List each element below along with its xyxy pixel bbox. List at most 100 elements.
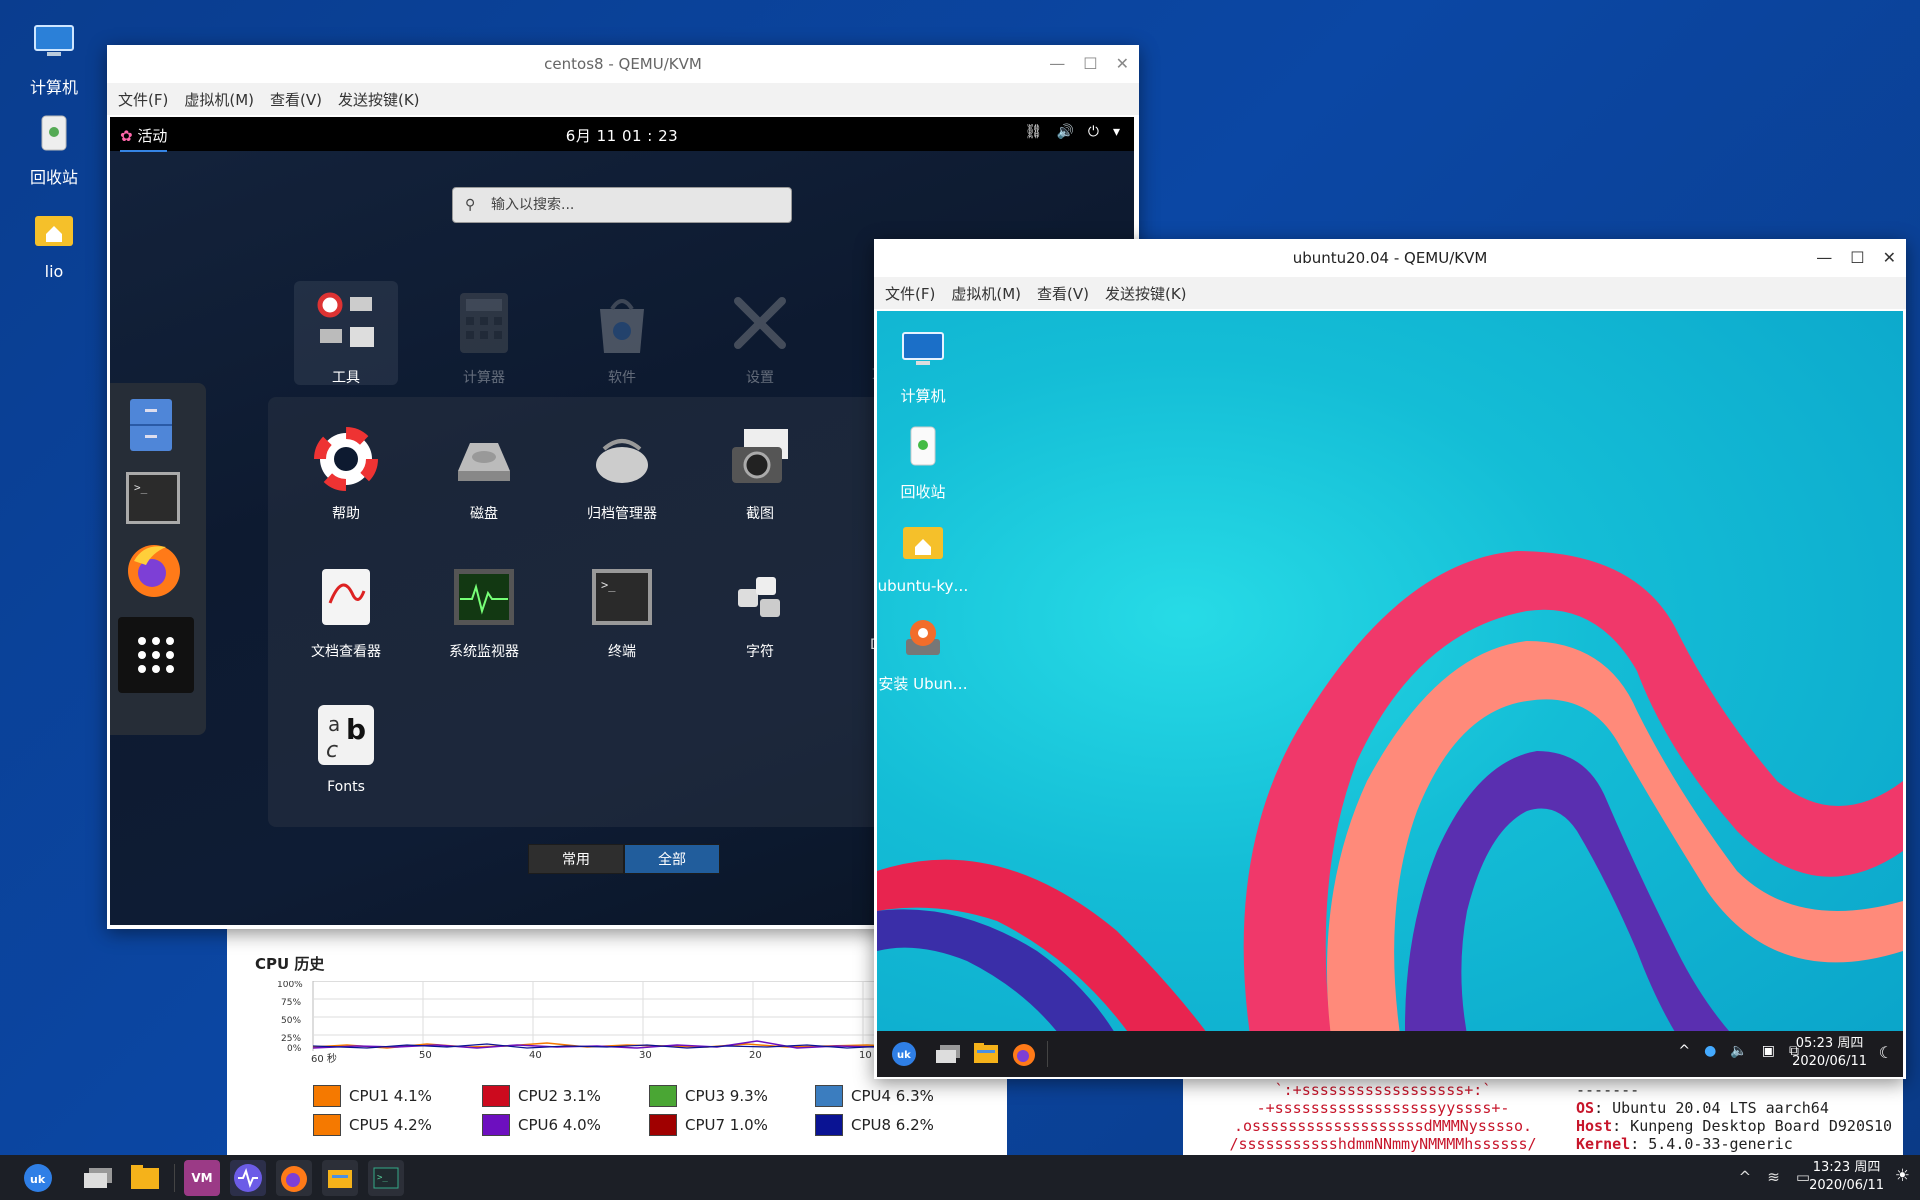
app-document-viewer[interactable]: 文档查看器 [286, 563, 406, 661]
vm-desktop-icon-home[interactable]: ubuntu-ky… [877, 519, 973, 595]
volume-icon[interactable]: 🔊 [1056, 124, 1073, 140]
trash-icon [41, 115, 67, 151]
chevron-up-icon[interactable]: ^ [1739, 1168, 1752, 1186]
multitask-view-icon[interactable] [935, 1044, 961, 1064]
chevron-down-icon[interactable]: ▾ [1113, 124, 1120, 140]
file-manager-icon[interactable] [973, 1041, 999, 1065]
menu-send-key[interactable]: 发送按键(K) [338, 89, 420, 110]
menu-view[interactable]: 查看(V) [270, 89, 322, 110]
app-label: 系统监视器 [449, 644, 519, 660]
maximize-icon[interactable]: ☐ [1083, 45, 1097, 83]
x-tick: 20 [749, 1050, 762, 1061]
search-input[interactable]: ⚲ 输入以搜索... [452, 187, 792, 223]
search-icon: ⚲ [465, 197, 476, 213]
calculator-icon [460, 293, 508, 353]
virt-manager-taskbar-item[interactable]: VM [184, 1160, 220, 1196]
ubuntu-vm-window[interactable]: ubuntu20.04 - QEMU/KVM — ☐ ✕ 文件(F) 虚拟机(M… [874, 239, 1906, 1079]
tab-all[interactable]: 全部 [624, 844, 720, 874]
vm-menubar: 文件(F) 虚拟机(M) 查看(V) 发送按键(K) [874, 277, 1906, 309]
app-system-monitor[interactable]: 系统监视器 [424, 563, 544, 661]
file-manager-icon[interactable] [130, 1163, 160, 1191]
app-settings[interactable]: 设置 [700, 289, 820, 387]
network-icon[interactable]: ⛓ [1025, 124, 1043, 140]
minimize-icon[interactable]: — [1816, 239, 1832, 277]
cpu-legend-item: CPU5 4.2% [313, 1114, 432, 1136]
x-tick: 40 [529, 1050, 542, 1061]
window-titlebar[interactable]: centos8 - QEMU/KVM — ☐ ✕ [107, 45, 1139, 83]
start-menu-icon[interactable]: uk [23, 1163, 53, 1193]
menu-file[interactable]: 文件(F) [885, 283, 935, 304]
menu-send-key[interactable]: 发送按键(K) [1105, 283, 1187, 304]
close-icon[interactable]: ✕ [1883, 239, 1896, 277]
multitask-view-icon[interactable] [83, 1167, 113, 1189]
system-monitor-taskbar-item[interactable] [230, 1160, 266, 1196]
legend-label: CPU7 1.0% [685, 1116, 768, 1134]
legend-label: CPU1 4.1% [349, 1087, 432, 1105]
tab-frequent[interactable]: 常用 [528, 844, 624, 874]
vm-clock[interactable]: 05:23 周四 2020/06/11 [1792, 1035, 1867, 1071]
menu-vm[interactable]: 虚拟机(M) [951, 283, 1021, 304]
menu-vm[interactable]: 虚拟机(M) [184, 89, 254, 110]
wallpaper-ribbon [877, 551, 1903, 1077]
svg-text:>_: >_ [377, 1173, 388, 1183]
brightness-icon[interactable]: ☀ [1895, 1166, 1910, 1186]
app-characters[interactable]: 字符 [700, 563, 820, 661]
trash-icon [910, 426, 936, 466]
color-picker-icon[interactable]: ● [1704, 1043, 1716, 1059]
gnome-clock[interactable]: 6月 11 01 : 23 [110, 125, 1134, 146]
file-cabinet-icon[interactable] [128, 397, 174, 453]
menu-view[interactable]: 查看(V) [1037, 283, 1089, 304]
window-titlebar[interactable]: ubuntu20.04 - QEMU/KVM — ☐ ✕ [874, 239, 1906, 277]
app-archive-manager[interactable]: 归档管理器 [562, 425, 682, 523]
power-icon[interactable]: ⏻ [1088, 124, 1099, 140]
app-screenshot[interactable]: 截图 [700, 425, 820, 523]
menu-file[interactable]: 文件(F) [118, 89, 168, 110]
briefcase-icon[interactable]: ▣ [1762, 1043, 1775, 1059]
start-menu-icon[interactable]: uk [891, 1041, 917, 1067]
app-disks[interactable]: 磁盘 [424, 425, 544, 523]
files-taskbar-item[interactable] [322, 1160, 358, 1196]
app-label: 工具 [332, 370, 360, 386]
firefox-icon[interactable] [1011, 1041, 1037, 1067]
folder-icon [328, 1170, 352, 1188]
vm-clock-date: 2020/06/11 [1792, 1054, 1867, 1069]
terminal-taskbar-item[interactable]: >_ [368, 1160, 404, 1196]
wifi-icon[interactable]: ≋ [1767, 1168, 1780, 1186]
legend-label: CPU6 4.0% [518, 1116, 601, 1134]
night-mode-icon[interactable]: ☾ [1879, 1043, 1893, 1062]
host-taskbar: uk VM >_ ^ ≋ ▭ 13:23 周四 2020/06/11 ☀ [0, 1155, 1920, 1200]
app-label: 设置 [746, 370, 774, 386]
desktop-icon-computer[interactable]: 计算机 [6, 20, 102, 98]
home-folder-icon [35, 216, 73, 246]
terminal-icon[interactable]: >_ [125, 471, 181, 525]
desktop-icon-home[interactable]: lio [6, 208, 102, 281]
app-terminal[interactable]: >_ 终端 [562, 563, 682, 661]
notification-icon[interactable]: ▭ [1796, 1168, 1810, 1186]
app-help[interactable]: 帮助 [286, 425, 406, 523]
legend-label: CPU3 9.3% [685, 1087, 768, 1105]
chevron-up-icon[interactable]: ^ [1678, 1043, 1690, 1059]
svg-text:>_: >_ [134, 481, 148, 494]
app-calculator[interactable]: 计算器 [424, 289, 544, 387]
firefox-taskbar-item[interactable] [276, 1160, 312, 1196]
minimize-icon[interactable]: — [1049, 45, 1065, 83]
installer-icon [906, 620, 940, 655]
svg-text:uk: uk [30, 1173, 46, 1186]
maximize-icon[interactable]: ☐ [1850, 239, 1864, 277]
app-tools[interactable]: 工具 [286, 289, 406, 387]
vm-desktop-icon-installer[interactable]: 安装 Ubun… [877, 615, 973, 694]
firefox-icon [281, 1166, 307, 1192]
app-label: 计算器 [463, 370, 505, 386]
firefox-icon[interactable] [122, 537, 186, 601]
app-fonts[interactable]: abc Fonts [286, 701, 406, 795]
close-icon[interactable]: ✕ [1116, 45, 1129, 83]
desktop-icon-trash[interactable]: 回收站 [6, 110, 102, 188]
host-clock[interactable]: 13:23 周四 2020/06/11 [1809, 1159, 1884, 1195]
app-software[interactable]: 软件 [562, 289, 682, 387]
show-apps-button[interactable] [118, 617, 194, 693]
volume-icon[interactable]: 🔈 [1730, 1043, 1747, 1059]
vm-desktop-icon-trash[interactable]: 回收站 [877, 423, 973, 502]
terminal-info-host: Host: Kunpeng Desktop Board D920S10 [1576, 1117, 1893, 1135]
vm-desktop-icon-computer[interactable]: 计算机 [877, 327, 973, 406]
terminal-info-os: OS: Ubuntu 20.04 LTS aarch64 [1576, 1099, 1829, 1117]
